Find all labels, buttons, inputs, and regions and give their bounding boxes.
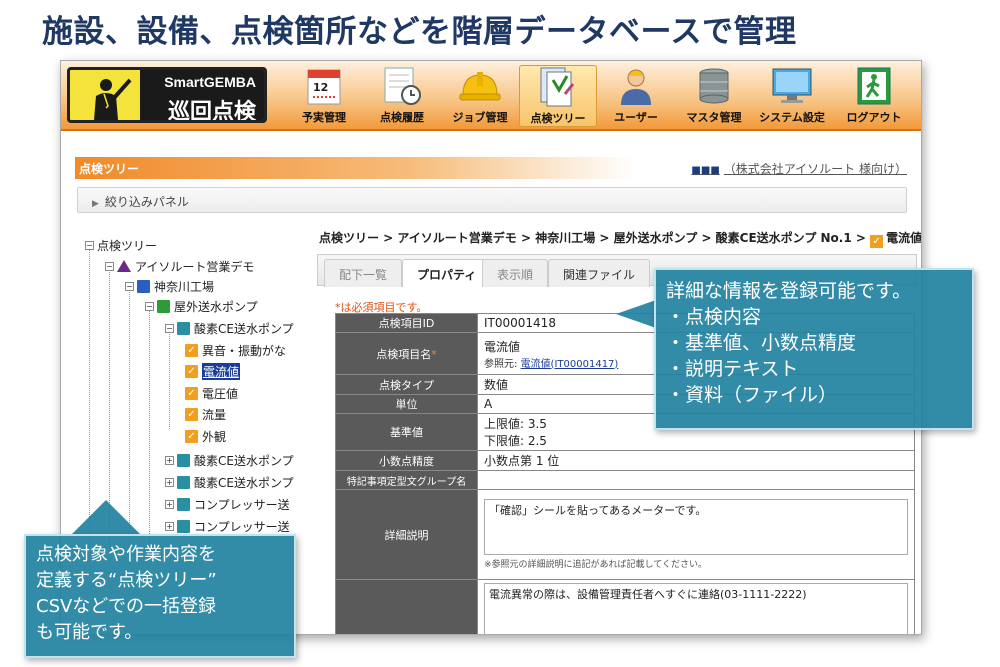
expand-icon: + [165,477,174,487]
collapse-icon: − [105,261,114,271]
nav-master-management[interactable]: マスタ管理 [675,65,753,127]
collapse-icon: − [85,240,94,250]
nav-system-settings[interactable]: システム設定 [753,65,831,127]
tree-item[interactable]: ✓ 外観 [185,427,226,445]
tree-document-icon [540,67,575,107]
callout-bullet: ・点検内容 [666,306,762,328]
description-note: ※参照元の詳細説明に追記があれば記載してください。 [484,559,708,570]
tree-item[interactable]: ✓ 流量 [185,405,226,423]
hardhat-icon [459,72,501,101]
triangle-right-icon: ▶ [92,199,99,209]
checkbox-icon: ✓ [870,235,884,248]
equipment-icon [177,453,190,467]
expand-icon: + [165,455,174,465]
tree-node-site[interactable]: − 神奈川工場 [125,277,214,295]
tree-node-sibling[interactable]: + 酸素CE送水ポンプ [165,473,294,491]
tree-root[interactable]: − 点検ツリー [85,236,157,254]
tree-item[interactable]: ✓ 電圧値 [185,384,238,402]
nav-inspection-history[interactable]: 点検履歴 [363,65,441,127]
database-icon [699,68,729,104]
tree-item-selected[interactable]: ✓ 電流値 [185,362,241,380]
checkbox-icon: ✓ [185,386,198,400]
calendar-icon: 12 [307,69,341,105]
company-name[interactable]: ■■■ （株式会社アイソルート 様向け） [691,160,907,177]
callout-title: 詳細な情報を登録可能です。 [666,280,912,302]
table-row: 小数点精度 小数点第 1 位 [335,450,915,471]
collapse-icon: − [125,281,134,291]
monitor-icon [772,68,812,103]
logo-text-brand: SmartGEMBA [164,74,256,90]
description-textarea-2[interactable]: 電流異常の際は、設備管理責任者へすぐに連絡(03-1111-2222) [484,583,908,634]
callout-bullet: ・説明テキスト [666,358,799,380]
lower-limit-value: 下限値: 2.5 [484,434,547,448]
tree-node-org[interactable]: − アイソルート営業デモ [105,257,254,275]
filter-panel-toggle[interactable]: ▶ 絞り込みパネル [77,187,907,213]
checkbox-icon: ✓ [185,429,198,443]
checkbox-icon: ✓ [185,407,198,421]
tree-node-sibling[interactable]: + コンプレッサー送 [165,495,290,513]
exit-icon [857,67,891,105]
equipment-icon [177,475,190,489]
callout-bullet: ・基準値、小数点精度 [666,332,857,354]
tab-children-list[interactable]: 配下一覧 [324,259,403,287]
callout-pointer [70,500,142,536]
reference-link[interactable]: 電流値(IT00001417) [521,359,619,370]
tab-properties[interactable]: プロパティ [402,259,492,287]
note-group-value[interactable] [477,470,915,490]
user-icon [621,69,651,105]
callout-pointer [616,300,656,328]
smartgemba-logo[interactable]: SmartGEMBA 巡回点検 [67,67,267,123]
page-headline: 施設、設備、点検箇所などを階層データベースで管理 [42,14,797,50]
equipment-icon [177,497,190,511]
breadcrumb: 点検ツリー > アイソルート営業デモ > 神奈川工場 > 屋外送水ポンプ > 酸… [319,231,922,248]
table-row: 電流異常の際は、設備管理責任者へすぐに連絡(03-1111-2222) [335,579,915,634]
tree-node-sibling[interactable]: + 酸素CE送水ポンプ [165,451,294,469]
equipment-icon [177,321,190,335]
checkbox-icon: ✓ [185,364,198,378]
tab-related-files[interactable]: 関連ファイル [548,259,651,287]
history-clock-icon [384,67,421,105]
precision-value[interactable]: 小数点第 1 位 [477,450,915,471]
logo-text-product: 巡回点検 [167,100,256,123]
collapse-icon: − [145,301,154,311]
site-icon [137,279,150,293]
organization-icon [117,260,131,272]
user-status-icon: ■■■ [691,165,720,176]
section-title-bar: 点検ツリー [75,157,635,179]
collapse-icon: − [165,323,174,333]
table-row: 詳細説明 「確認」シールを貼ってあるメーターです。 ※参照元の詳細説明に追記があ… [335,489,915,580]
callout-csv: 点検対象や作業内容を 定義する“点検ツリー” CSVなどでの一括登録 も可能です… [24,534,296,658]
checkbox-icon: ✓ [185,343,198,357]
table-row: 特記事項定型文グループ名 [335,470,915,490]
svg-text:12: 12 [313,81,328,94]
nav-inspection-tree[interactable]: 点検ツリー [519,65,597,127]
tree-node-sibling[interactable]: + コンプレッサー送 [165,517,290,535]
presenter-man-icon [94,78,132,120]
folder-icon [157,299,170,313]
tree-item[interactable]: ✓ 異音・振動がな [185,341,286,359]
nav-logout[interactable]: ログアウト [835,65,913,127]
tree-node-area[interactable]: − 屋外送水ポンプ [145,297,258,315]
tab-display-order[interactable]: 表示順 [482,259,549,287]
callout-details: 詳細な情報を登録可能です。 ・点検内容 ・基準値、小数点精度 ・説明テキスト ・… [654,268,974,430]
expand-icon: + [165,499,174,509]
nav-plan-actual[interactable]: 12 予実管理 [285,65,363,127]
equipment-icon [177,519,190,533]
description-textarea[interactable]: 「確認」シールを貼ってあるメーターです。 [484,498,908,555]
callout-bullet: ・資料（ファイル） [666,384,838,406]
nav-job-management[interactable]: ジョブ管理 [441,65,519,127]
expand-icon: + [165,521,174,531]
tree-node-equipment[interactable]: − 酸素CE送水ポンプ [165,319,294,337]
nav-users[interactable]: ユーザー [597,65,675,127]
top-navigation-bar: SmartGEMBA 巡回点検 12 予実管理 点検履歴 ジョブ管理 点検ツリー… [61,61,921,131]
